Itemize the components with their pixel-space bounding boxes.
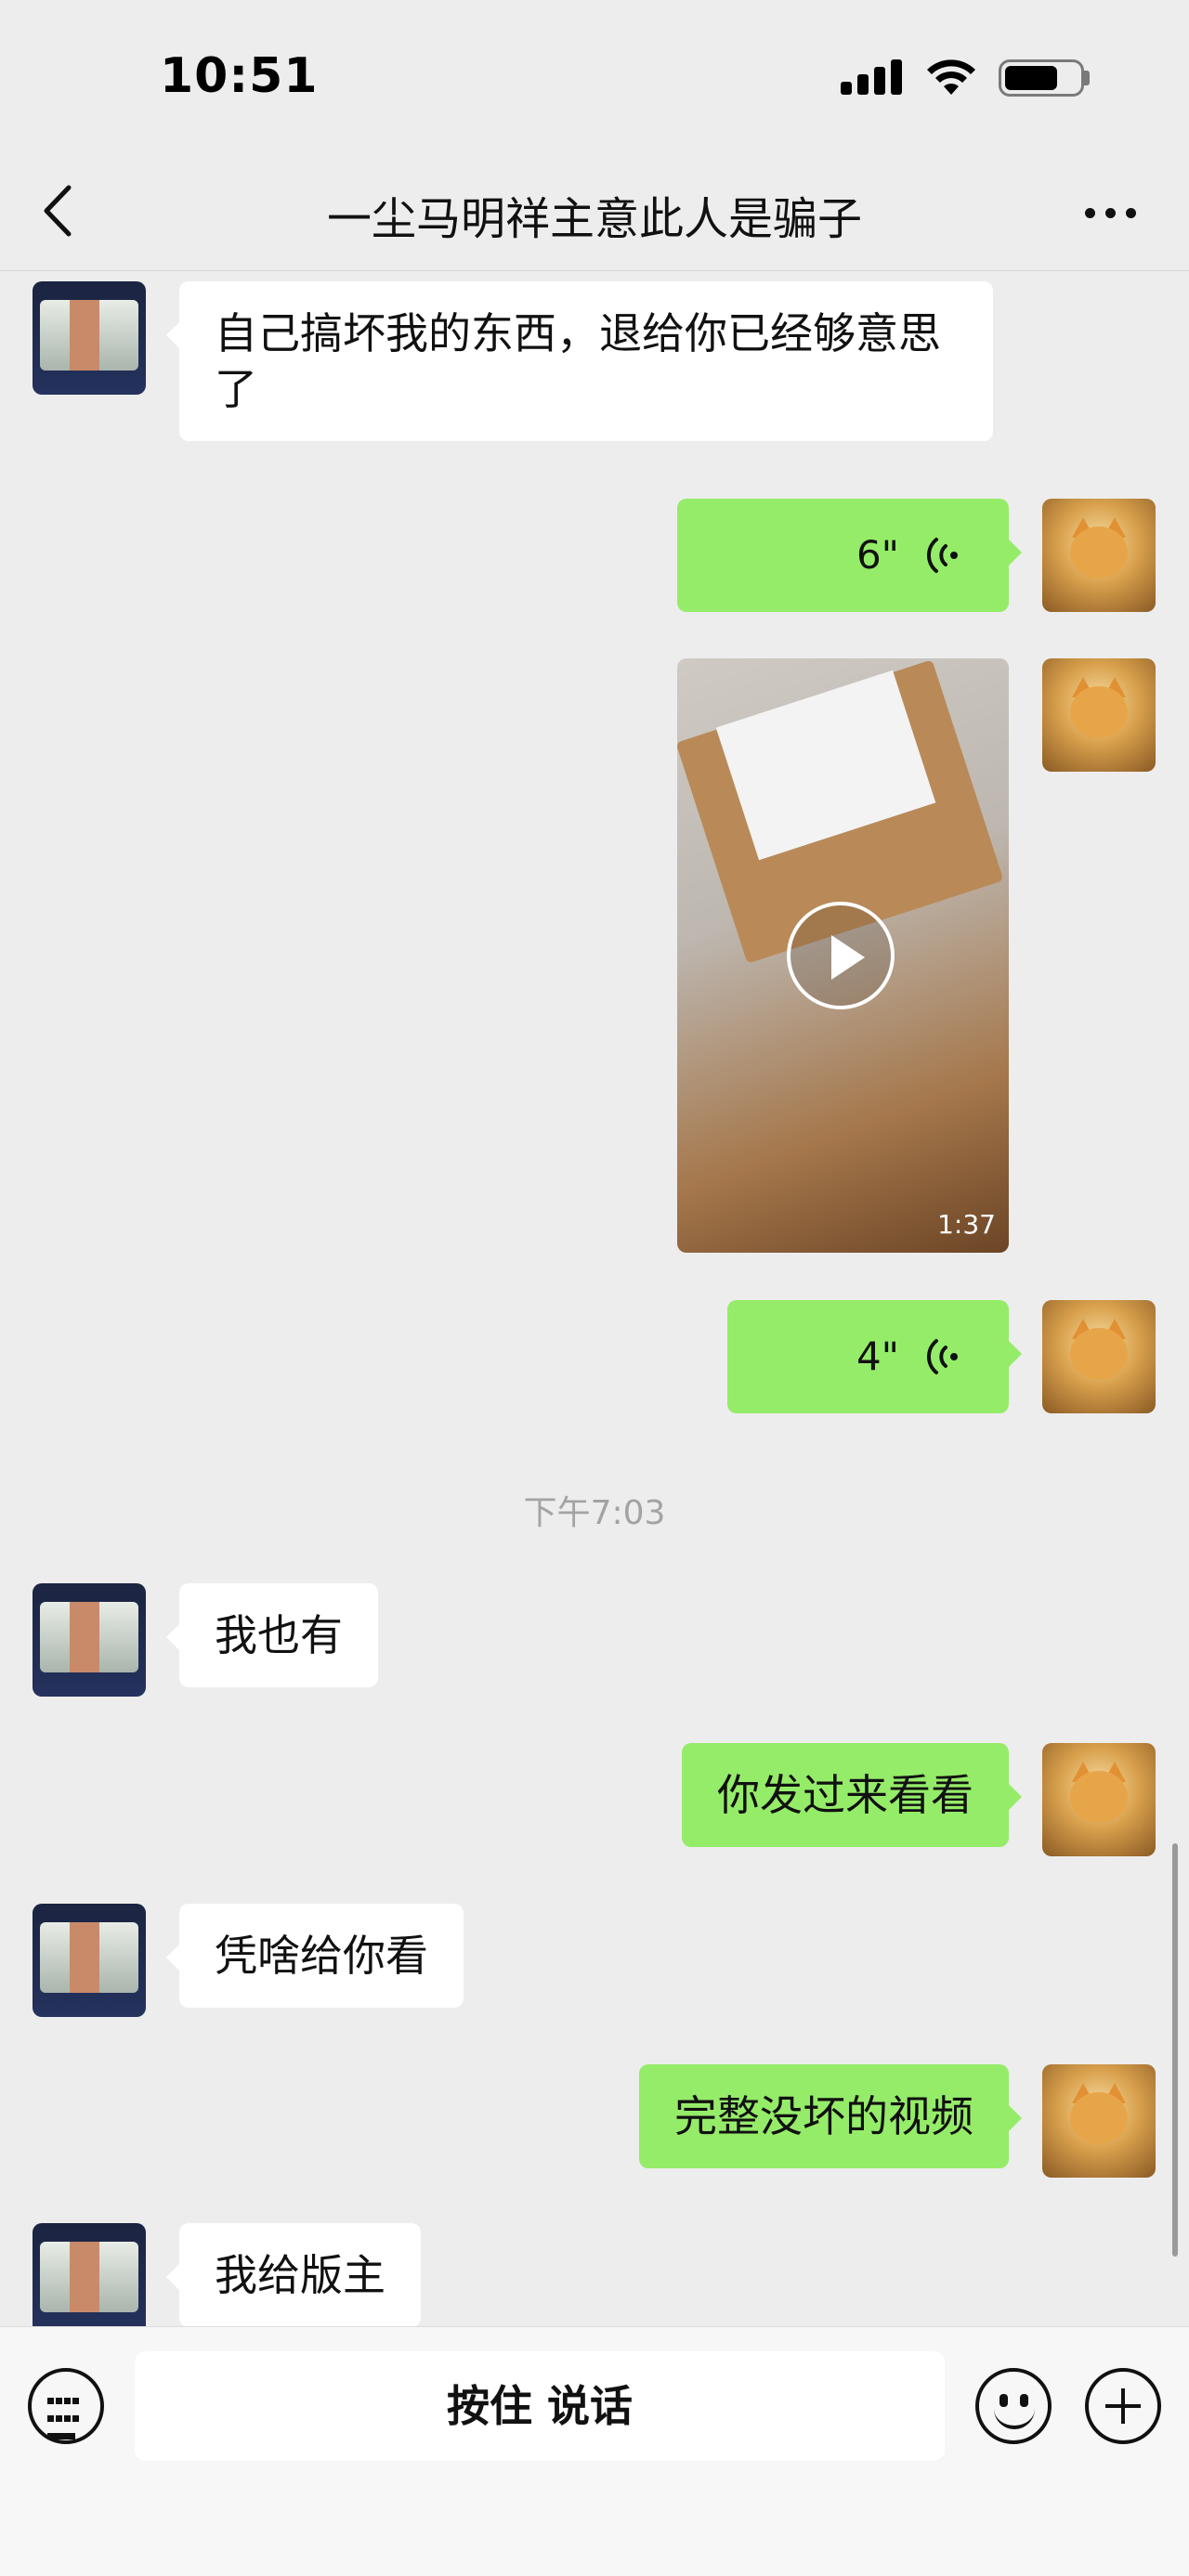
contact-avatar[interactable] [33,1583,146,1697]
message-timestamp: 下午7:03 [523,1494,666,1532]
emoji-icon [1000,2394,1008,2407]
keyboard-icon [46,2394,85,2447]
my-avatar[interactable] [1042,1743,1156,1856]
chat-title: 一尘马明祥主意此人是骗子 [326,193,862,245]
message-bubble-incoming[interactable]: 我也有 [166,1583,378,1687]
hold-to-talk-button[interactable]: 按住 说话 [135,2351,945,2461]
voice-message-outgoing[interactable]: 6" [677,499,1022,612]
message-bubble-outgoing[interactable]: 你发过来看看 [682,1743,1022,1847]
emoji-button[interactable] [975,2368,1052,2444]
status-bar: 10:51 [0,0,1189,158]
plus-button[interactable] [1085,2368,1161,2444]
contact-avatar[interactable] [33,281,146,395]
more-button[interactable] [1078,186,1144,241]
cellular-signal-icon [841,59,908,95]
voice-message-outgoing[interactable]: 4" [727,1300,1022,1413]
play-icon[interactable] [787,902,895,1009]
wifi-icon [924,56,978,100]
battery-icon [999,59,1084,97]
contact-avatar[interactable] [33,2223,146,2336]
video-duration: 1:37 [937,1209,996,1240]
my-avatar[interactable] [1042,499,1156,612]
contact-avatar[interactable] [33,1904,146,2017]
my-avatar[interactable] [1042,658,1156,772]
message-bubble-incoming[interactable]: 凭啥给你看 [166,1904,464,2008]
more-dots-icon [1085,208,1095,218]
my-avatar[interactable] [1042,2064,1156,2178]
status-time: 10:51 [160,48,319,104]
my-avatar[interactable] [1042,1300,1156,1413]
battery-tip [1084,71,1090,85]
voice-duration: 6" [856,532,899,578]
voice-wave-icon [926,1339,958,1374]
message-bubble-incoming[interactable]: 自己搞坏我的东西，退给你已经够意思了 [166,281,993,441]
voice-duration: 4" [856,1334,899,1379]
message-bubble-outgoing[interactable]: 完整没坏的视频 [639,2064,1022,2168]
keyboard-toggle-button[interactable] [28,2368,104,2444]
chat-scrollbar[interactable] [1172,1843,1178,2257]
voice-wave-icon [926,538,958,573]
chat-header: 一尘马明祥主意此人是骗子 [0,158,1189,271]
input-bar: 按住 说话 [0,2326,1189,2576]
video-message-outgoing[interactable]: 1:37 [677,658,1009,1253]
message-bubble-incoming[interactable]: 我给版主 [166,2223,421,2327]
